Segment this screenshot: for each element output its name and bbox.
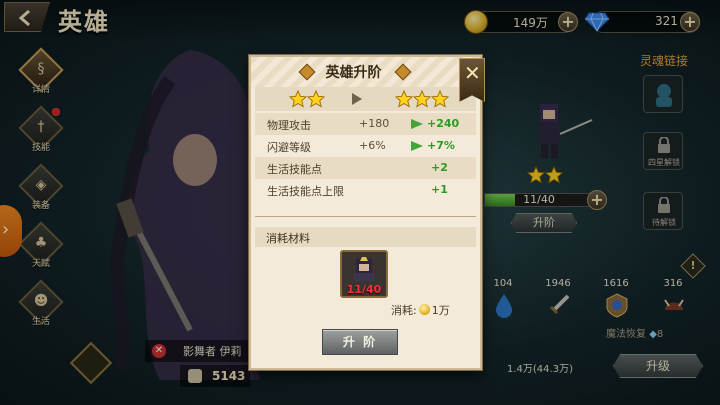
dialog-header: 英雄升阶 (251, 57, 480, 87)
stars-before (289, 90, 325, 112)
star-comparison (255, 87, 476, 111)
star-icon (431, 90, 449, 108)
divider (255, 216, 476, 217)
close-icon: ✕ (464, 61, 481, 85)
close-button[interactable]: ✕ (459, 58, 485, 102)
gold-coin-icon (418, 304, 430, 315)
stat-row: 物理攻击 +180 +240 (255, 113, 476, 135)
required-material-slot[interactable]: 11/40 (340, 250, 388, 298)
rank-up-dialog: 英雄升阶 物理攻击 +180 +240 闪避等级 +6% +7% 生活技能点 +… (249, 55, 482, 370)
star-icon (413, 90, 431, 108)
stat-row: 生活技能点 +2 (255, 157, 476, 179)
gold-cost: 消耗: 1万 (391, 304, 450, 317)
stars-after (395, 90, 449, 112)
star-icon (289, 90, 307, 108)
star-icon (307, 90, 325, 108)
arrow-up-icon (411, 119, 423, 129)
dialog-title: 英雄升阶 (325, 65, 382, 81)
arrow-up-icon (411, 141, 423, 151)
star-icon (395, 90, 413, 108)
confirm-rank-up-button[interactable]: 升 阶 (322, 329, 398, 355)
stat-row: 生活技能点上限 +1 (267, 183, 448, 198)
hero-shard-icon (354, 257, 374, 281)
arrow-right-icon (352, 93, 362, 105)
consume-header: 消耗材料 (255, 227, 476, 247)
material-quantity: 11/40 (346, 283, 382, 296)
stat-row: 闪避等级 +6% +7% (267, 139, 455, 154)
